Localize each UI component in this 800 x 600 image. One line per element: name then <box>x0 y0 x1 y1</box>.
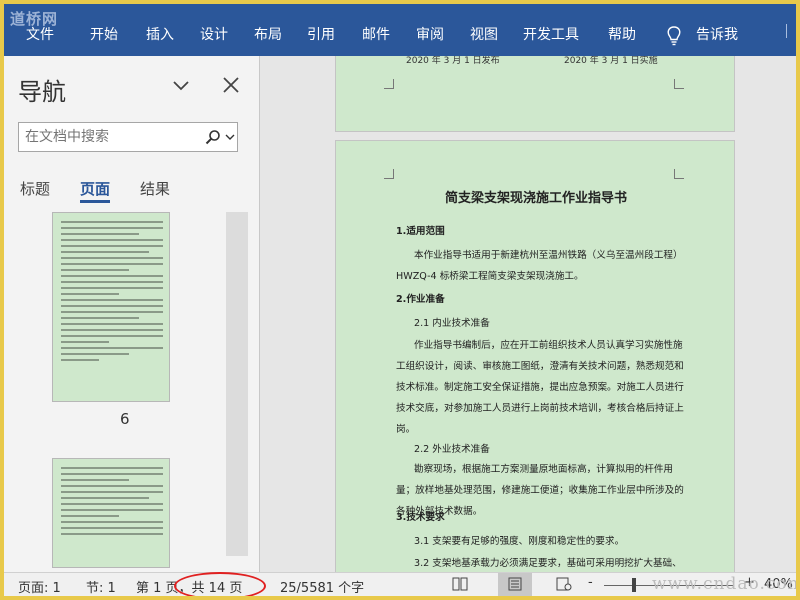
chevron-down-icon[interactable] <box>225 132 235 142</box>
thumbnail-page-number: 6 <box>120 410 130 428</box>
site-watermark: www.cndao.com <box>652 574 796 594</box>
page-thumbnails: 6 <box>16 212 248 568</box>
tab-file[interactable]: 文件 <box>26 24 54 44</box>
nav-search-box <box>18 122 238 152</box>
status-page[interactable]: 页面: 1 <box>18 577 61 596</box>
tab-results[interactable]: 结果 <box>140 178 170 199</box>
tell-me-search[interactable]: 告诉我 <box>696 24 738 44</box>
subheading-external-prep: 2.2 外业技术准备 <box>414 444 490 455</box>
status-word-count[interactable]: 25/5581 个字 <box>280 577 364 596</box>
page-thumbnail[interactable] <box>52 458 170 568</box>
tab-review[interactable]: 审阅 <box>416 24 444 44</box>
chevron-down-icon[interactable] <box>170 76 192 96</box>
tab-home[interactable]: 开始 <box>90 24 118 44</box>
margin-corner-mark <box>674 169 684 179</box>
paragraph-internal-prep: 作业指导书编制后，应在开工前组织技术人员认真学习实施性施工组织设计，阅读、审核施… <box>396 340 684 435</box>
search-icon[interactable] <box>205 129 221 145</box>
web-layout-icon[interactable] <box>556 577 572 591</box>
close-icon[interactable] <box>220 74 242 96</box>
ribbon-divider <box>786 24 796 38</box>
zoom-out-button[interactable]: - <box>588 575 593 590</box>
document-page-previous: 2020 年 3 月 1 日发布 2020 年 3 月 1 日实施 <box>335 56 735 132</box>
tab-developer[interactable]: 开发工具 <box>523 24 579 44</box>
thumbnail-scrollbar[interactable] <box>226 212 248 556</box>
margin-corner-mark <box>384 79 394 89</box>
document-page[interactable]: 简支梁支架现浇施工作业指导书 1.适用范围 本作业指导书适用于新建杭州至温州铁路… <box>335 140 735 572</box>
document-canvas: 2020 年 3 月 1 日发布 2020 年 3 月 1 日实施 简支梁支架现… <box>261 56 796 572</box>
active-tab-indicator <box>80 200 110 203</box>
paragraph-requirement-2: 3.2 支架地基承载力必须满足要求，基础可采用明挖扩大基础、 <box>414 558 682 569</box>
heading-preparation: 2.作业准备 <box>396 294 445 305</box>
tab-references[interactable]: 引用 <box>307 24 335 44</box>
tab-help[interactable]: 帮助 <box>608 24 636 44</box>
read-mode-icon[interactable] <box>452 577 468 591</box>
tab-layout[interactable]: 布局 <box>254 24 282 44</box>
tab-headings[interactable]: 标题 <box>20 178 50 199</box>
tab-insert[interactable]: 插入 <box>146 24 174 44</box>
paragraph-scope: 本作业指导书适用于新建杭州至温州铁路（义乌至温州段工程）HWZQ-4 标桥梁工程… <box>396 250 683 282</box>
tab-view[interactable]: 视图 <box>470 24 498 44</box>
heading-scope: 1.适用范围 <box>396 226 445 237</box>
effective-date: 2020 年 3 月 1 日实施 <box>564 56 658 66</box>
margin-corner-mark <box>384 169 394 179</box>
heading-technical-requirements: 3.技术要求 <box>396 512 445 523</box>
margin-corner-mark <box>674 79 684 89</box>
paragraph-requirement-1: 3.1 支架要有足够的强度、刚度和稳定性的要求。 <box>414 536 625 547</box>
document-title: 简支梁支架现浇施工作业指导书 <box>444 191 627 206</box>
zoom-slider-thumb[interactable] <box>632 578 636 592</box>
navigation-pane: 导航 标题 页面 结果 <box>4 56 260 572</box>
page-thumbnail[interactable] <box>52 212 170 402</box>
nav-pane-title: 导航 <box>18 78 66 106</box>
tab-mailings[interactable]: 邮件 <box>362 24 390 44</box>
highlight-annotation <box>174 572 266 596</box>
publish-date: 2020 年 3 月 1 日发布 <box>406 56 500 66</box>
tab-pages[interactable]: 页面 <box>80 178 110 199</box>
word-window: 道桥网 文件 开始 插入 设计 布局 引用 邮件 审阅 视图 开发工具 帮助 告… <box>4 4 796 596</box>
search-input[interactable] <box>25 127 195 147</box>
status-section[interactable]: 节: 1 <box>86 577 116 596</box>
lightbulb-icon[interactable] <box>666 26 682 46</box>
print-layout-icon[interactable] <box>507 577 523 591</box>
ribbon-tab-bar: 道桥网 文件 开始 插入 设计 布局 引用 邮件 审阅 视图 开发工具 帮助 告… <box>4 4 796 56</box>
subheading-internal-prep: 2.1 内业技术准备 <box>414 318 490 329</box>
tab-design[interactable]: 设计 <box>200 24 228 44</box>
